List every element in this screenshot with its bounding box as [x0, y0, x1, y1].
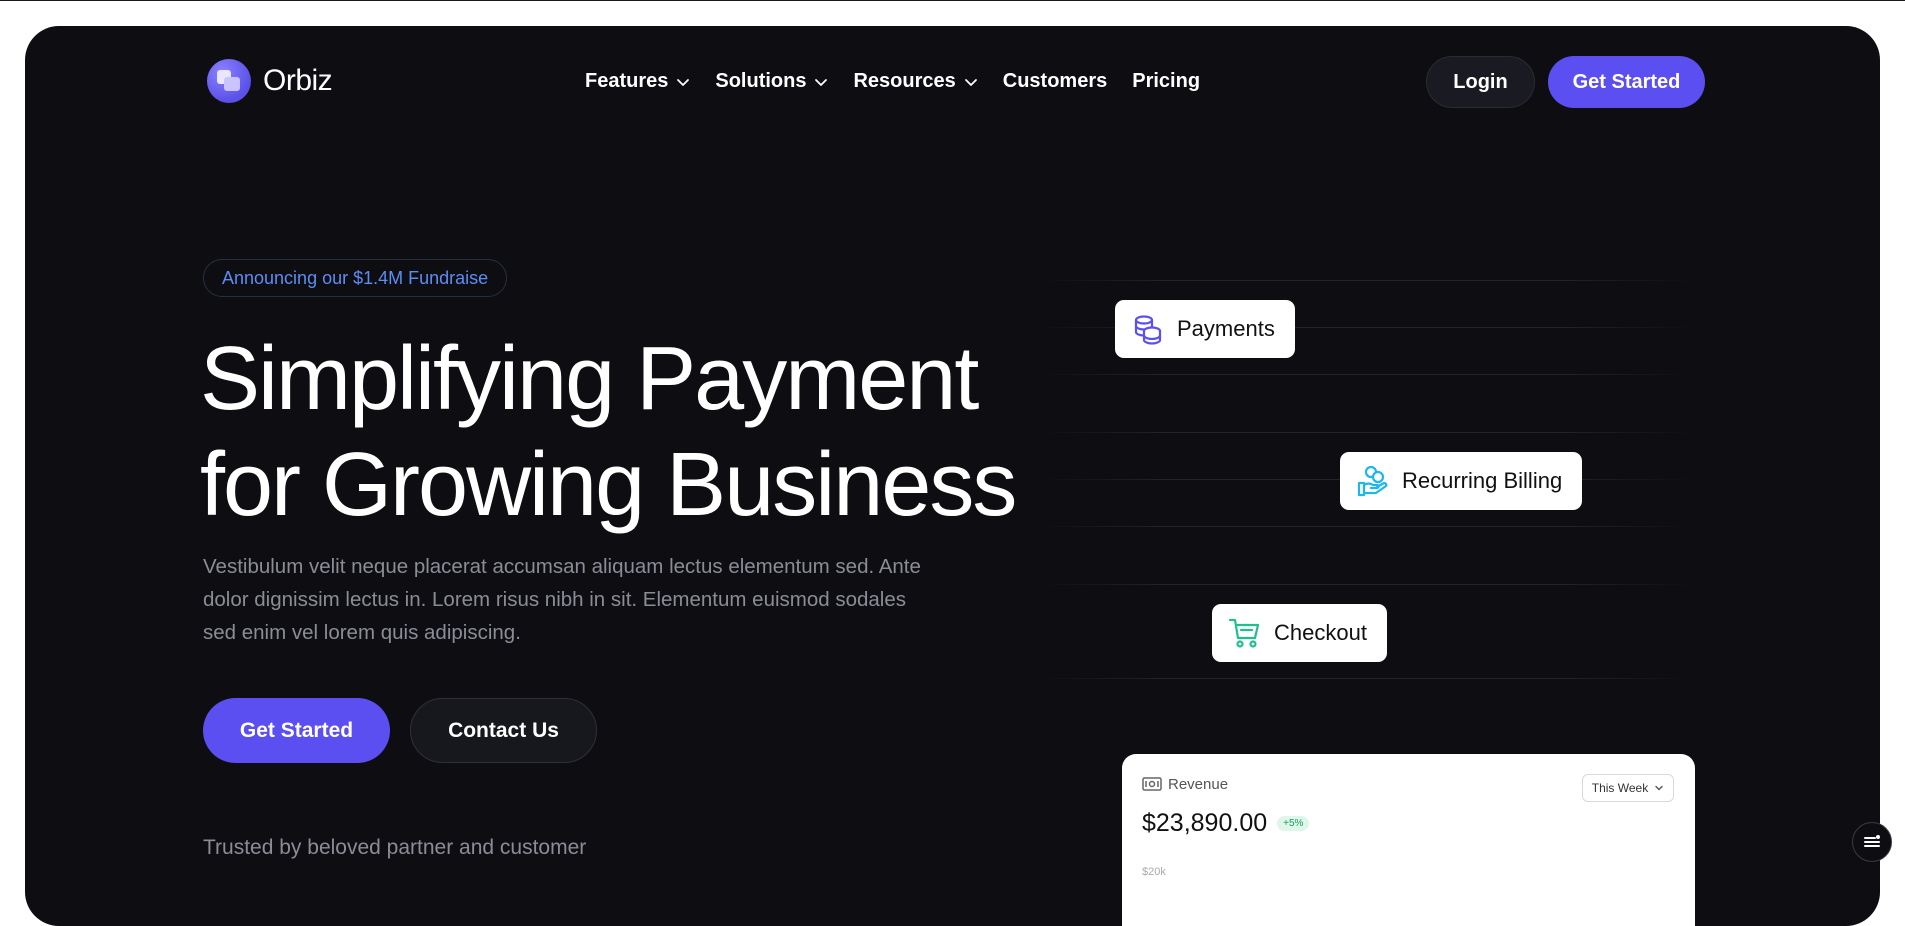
chevron-down-icon	[964, 78, 977, 86]
feature-label: Recurring Billing	[1402, 468, 1563, 493]
nav-item-pricing[interactable]: Pricing	[1132, 70, 1200, 93]
chevron-down-icon	[815, 78, 828, 86]
feature-pill-checkout: Checkout	[1212, 604, 1387, 662]
coins-stack-icon	[1134, 315, 1162, 345]
nav-item-resources[interactable]: Resources	[853, 70, 977, 93]
nav-label: Resources	[853, 70, 956, 92]
nav-label: Customers	[1002, 70, 1108, 92]
feature-pill-recurring-billing: Recurring Billing	[1340, 452, 1583, 510]
hero-title-line-2: for Growing Business	[200, 435, 1017, 535]
revenue-amount: $23,890.00	[1142, 809, 1268, 837]
hero-frame: Orbiz Features Solutions Resources Custo…	[25, 26, 1880, 926]
period-select[interactable]: This Week	[1582, 774, 1674, 802]
main-nav: Features Solutions Resources Customers P…	[585, 70, 1200, 93]
hero-title: Simplifying Payment for Growing Business	[200, 326, 1080, 538]
chevron-down-icon	[677, 78, 690, 86]
cash-icon	[1142, 777, 1162, 791]
feature-label: Payments	[1177, 316, 1275, 341]
hand-coin-icon	[1357, 465, 1388, 497]
menu-fab-button[interactable]	[1852, 822, 1892, 862]
decorative-line	[1035, 584, 1695, 585]
get-started-button[interactable]: Get Started	[203, 698, 390, 763]
logo-icon	[207, 59, 251, 103]
revenue-card: Revenue $23,890.00 +5% This Week $20k	[1122, 754, 1695, 926]
nav-item-solutions[interactable]: Solutions	[715, 70, 828, 93]
decorative-line	[1035, 526, 1695, 527]
decorative-line	[1035, 374, 1695, 375]
hero-title-line-1: Simplifying Payment	[200, 329, 979, 429]
header-get-started-button[interactable]: Get Started	[1548, 56, 1705, 108]
nav-label: Pricing	[1132, 70, 1201, 92]
chevron-down-icon	[1655, 785, 1663, 791]
hero-subtitle: Vestibulum velit neque placerat accumsan…	[203, 555, 921, 644]
contact-us-button[interactable]: Contact Us	[410, 698, 597, 763]
change-badge: +5%	[1277, 816, 1310, 831]
decorative-line	[1035, 678, 1695, 679]
revenue-amount-row: $23,890.00 +5%	[1142, 809, 1310, 838]
revenue-label: Revenue	[1168, 776, 1229, 793]
feature-label: Checkout	[1274, 620, 1367, 645]
revenue-title: Revenue	[1168, 776, 1228, 793]
nav-label: Solutions	[715, 70, 807, 92]
brand-logo[interactable]: Orbiz	[207, 59, 333, 103]
nav-item-customers[interactable]: Customers	[1003, 70, 1107, 93]
top-border	[0, 0, 1905, 1]
announcement-badge[interactable]: Announcing our $1.4M Fundraise	[203, 259, 508, 297]
decorative-line	[1035, 280, 1695, 281]
feature-pill-payments: Payments	[1115, 300, 1295, 358]
brand-name: Orbiz	[263, 64, 333, 97]
login-button[interactable]: Login	[1426, 56, 1535, 108]
decorative-line	[1035, 432, 1695, 433]
nav-item-features[interactable]: Features	[585, 70, 690, 93]
trusted-by-text: Trusted by beloved partner and customer	[203, 836, 587, 859]
period-select-value: This Week	[1591, 781, 1649, 795]
cart-icon	[1228, 618, 1260, 648]
menu-icon	[1864, 835, 1880, 847]
nav-label: Features	[585, 70, 669, 92]
